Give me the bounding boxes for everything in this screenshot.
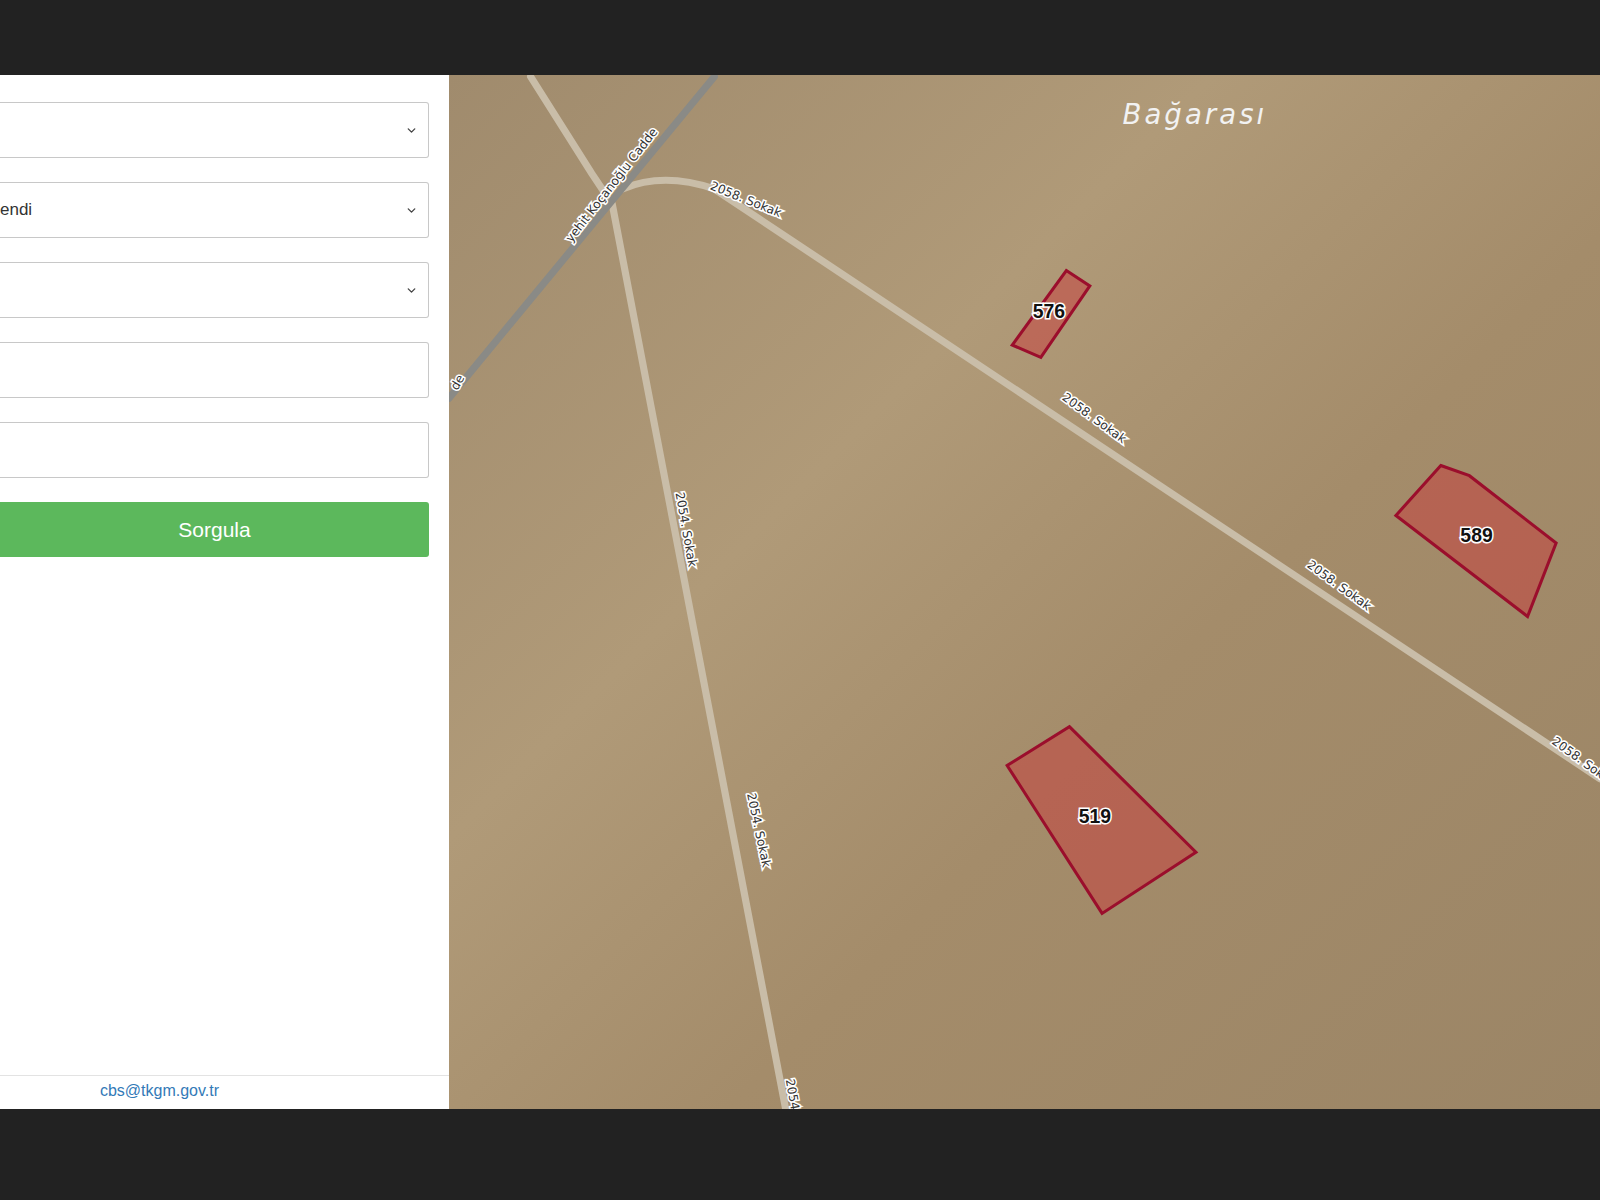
text-input[interactable] (0, 342, 429, 398)
text-input[interactable] (0, 422, 429, 478)
select-field[interactable]: endi (0, 182, 429, 238)
roads (449, 77, 1600, 1109)
map[interactable]: Bağarası 2058. Sokak 2058. Sokak 2058. Soka… (449, 75, 1600, 1109)
street-label: 2054. Sokak (744, 792, 774, 870)
footer-email[interactable]: cbs@tkgm.gov.tr (0, 1075, 449, 1109)
main: endi Sorgula cbs@tkgm.gov.tr Bağarası 2058. … (0, 75, 1600, 1109)
street-label: 2054. Sokak (673, 491, 700, 569)
chevron-down-icon (405, 124, 418, 137)
query-form: endi Sorgula (0, 102, 429, 557)
street-label: 2058. Sokak (1059, 390, 1129, 446)
field-value: endi (0, 200, 32, 220)
street-label: 2058. Sokak (708, 179, 784, 221)
parcel-label: 589 (1460, 524, 1493, 546)
street-label: 2054. Sok (783, 1078, 808, 1109)
select-field[interactable] (0, 102, 429, 158)
parcel[interactable]: 519 (1007, 727, 1196, 914)
chevron-down-icon (405, 204, 418, 217)
street-label: 2058. Sokak (1549, 734, 1600, 790)
page: endi Sorgula cbs@tkgm.gov.tr Bağarası 2058. … (0, 0, 1600, 1200)
parcel[interactable]: 589 (1396, 465, 1556, 616)
select-field[interactable] (0, 262, 429, 318)
street-label: 2058. Sokak (1304, 558, 1374, 614)
map-canvas[interactable]: Bağarası 2058. Sokak 2058. Sokak 2058. Soka… (449, 75, 1600, 1109)
chevron-down-icon (405, 284, 418, 297)
parcel[interactable]: 576 (1012, 271, 1090, 358)
parcel-label: 576 (1033, 300, 1066, 322)
area-label: Bağarası (1122, 98, 1267, 130)
top-bar (0, 0, 1600, 75)
street-label: de (449, 372, 467, 392)
street-label: yehit Koçanoğlu Cadde (563, 125, 661, 245)
bottom-bar (0, 1109, 1600, 1200)
query-button[interactable]: Sorgula (0, 502, 429, 557)
query-panel: endi Sorgula cbs@tkgm.gov.tr (0, 75, 449, 1109)
parcel-label: 519 (1079, 805, 1112, 827)
